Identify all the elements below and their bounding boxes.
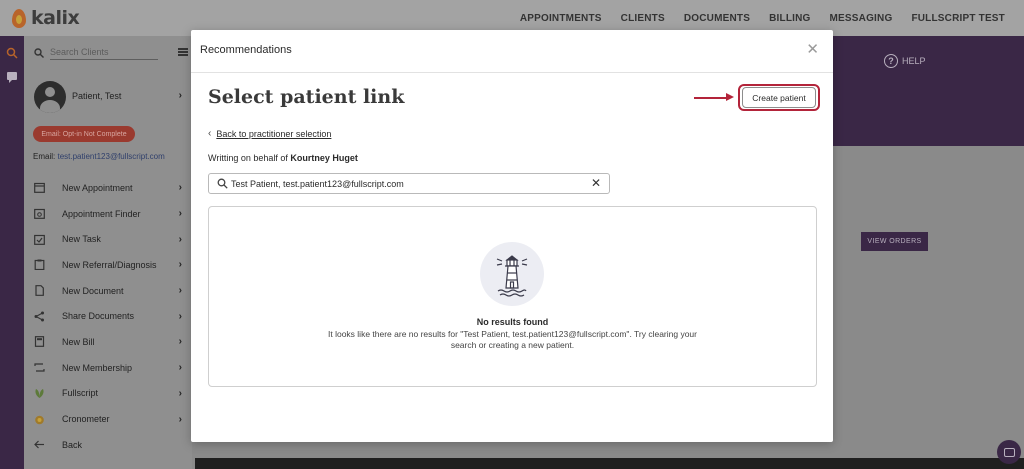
document-icon [35,285,44,296]
client-search-input[interactable]: Search Clients [50,47,158,60]
back-link-label: Back to practitioner selection [216,128,332,139]
kalix-logo-icon [12,8,26,28]
back-arrow-icon [34,440,44,449]
cronometer-icon [35,415,44,424]
chevron-right-icon: › [178,310,182,322]
message-icon[interactable] [6,71,18,83]
calendar-search-icon [34,208,45,219]
no-results-title: No results found [476,317,549,327]
menu-item-new-referral[interactable]: New Referral/Diagnosis › [24,252,192,278]
patient-email: Email: test.patient123@fullscript.com [33,152,165,161]
search-results-panel: No results found It looks like there are… [208,206,817,387]
icon-rail [0,36,24,469]
chevron-right-icon: › [178,336,182,348]
menu-item-new-task[interactable]: New Task › [24,226,192,252]
menu-item-new-membership[interactable]: New Membership › [24,355,192,381]
menu-item-label: Back [62,439,83,450]
help-label: HELP [902,56,926,66]
nav-clients[interactable]: CLIENTS [621,13,665,24]
menu-item-new-document[interactable]: New Document › [24,278,192,304]
help-link[interactable]: ? HELP [884,54,926,68]
menu-item-appointment-finder[interactable]: Appointment Finder › [24,201,192,227]
email-label: Email: [33,152,56,161]
annotation-arrow-line [694,97,728,99]
kalix-logo[interactable]: kalix [12,7,80,29]
chevron-right-icon: › [178,362,182,374]
chat-icon [1003,447,1015,457]
menu-item-label: Cronometer [62,414,110,425]
close-icon[interactable]: ✕ [806,42,819,57]
menu-item-label: New Document [62,285,124,296]
menu-item-new-bill[interactable]: New Bill › [24,329,192,355]
client-sidebar: Search Clients Patient, Test › Email: Op… [24,36,192,469]
chevron-right-icon: › [178,182,182,194]
chevron-right-icon: › [178,387,182,399]
menu-item-label: New Appointment [62,182,133,193]
nav-fullscript-test[interactable]: FULLSCRIPT TEST [911,13,1005,24]
footer-bar [195,458,1024,469]
no-results-description: It looks like there are no results for "… [328,329,697,350]
lighthouse-icon [496,255,528,297]
help-icon: ? [884,54,898,68]
nav-messaging[interactable]: MESSAGING [830,13,893,24]
lighthouse-illustration [480,242,544,306]
menu-item-label: Share Documents [62,311,135,322]
clear-search-icon[interactable]: ✕ [591,177,601,190]
menu-item-label: Fullscript [62,388,99,399]
repeat-icon [34,363,45,372]
logo-text: kalix [31,7,80,29]
behalf-text: Writting on behalf of Kourtney Huget [208,153,358,163]
menu-item-cronometer[interactable]: Cronometer › [24,406,192,432]
search-icon [34,48,44,58]
avatar [34,81,66,113]
patient-name[interactable]: Patient, Test [72,91,121,101]
nav-documents[interactable]: DOCUMENTS [684,13,750,24]
chevron-left-icon: ‹ [208,128,212,139]
menu-item-share-documents[interactable]: Share Documents › [24,303,192,329]
client-header-band [833,36,1024,146]
fullscript-leaf-icon [35,388,44,398]
nav-appointments[interactable]: APPOINTMENTS [520,13,602,24]
menu-item-label: New Task [62,234,101,245]
task-check-icon [34,234,45,245]
chevron-right-icon[interactable]: › [179,90,182,101]
menu-item-label: New Membership [62,362,133,373]
search-icon [217,178,228,189]
chevron-right-icon: › [178,208,182,220]
calendar-icon [34,183,45,194]
clipboard-icon [34,259,45,271]
modal-title: Recommendations [200,44,292,56]
list-menu-icon[interactable] [178,48,188,56]
menu-item-label: New Referral/Diagnosis [62,259,157,270]
recommendations-modal: Recommendations ✕ Select patient link ‹ … [191,30,833,442]
annotation-arrow-head [726,93,734,101]
modal-header: Recommendations ✕ [191,30,833,73]
share-icon [34,311,44,322]
nav-billing[interactable]: BILLING [769,13,810,24]
client-search[interactable]: Search Clients [34,44,188,62]
chevron-right-icon: › [178,285,182,297]
back-to-practitioner-link[interactable]: ‹ Back to practitioner selection [208,128,331,139]
email-value[interactable]: test.patient123@fullscript.com [57,152,164,161]
client-actions-menu: New Appointment › Appointment Finder › N… [24,175,192,458]
patient-search-field[interactable]: ✕ [208,173,610,194]
calculator-icon [34,336,45,348]
search-icon[interactable] [6,47,18,59]
chevron-right-icon: › [178,413,182,425]
page-title: Select patient link [208,86,405,108]
patient-search-input[interactable] [231,176,581,191]
optin-status-badge: Email: Opt-in Not Complete [33,126,135,142]
menu-item-new-appointment[interactable]: New Appointment › [24,175,192,201]
chevron-right-icon: › [178,259,182,271]
create-patient-button[interactable]: Create patient [742,87,816,108]
chat-launcher[interactable] [997,440,1021,464]
practitioner-name: Kourtney Huget [290,153,358,163]
chevron-right-icon: › [178,233,182,245]
view-orders-button[interactable]: VIEW ORDERS [861,232,928,251]
menu-item-label: Appointment Finder [62,208,141,219]
menu-item-back[interactable]: Back [24,432,192,458]
menu-item-label: New Bill [62,336,95,347]
behalf-prefix: Writting on behalf of [208,153,288,163]
menu-item-fullscript[interactable]: Fullscript › [24,381,192,407]
